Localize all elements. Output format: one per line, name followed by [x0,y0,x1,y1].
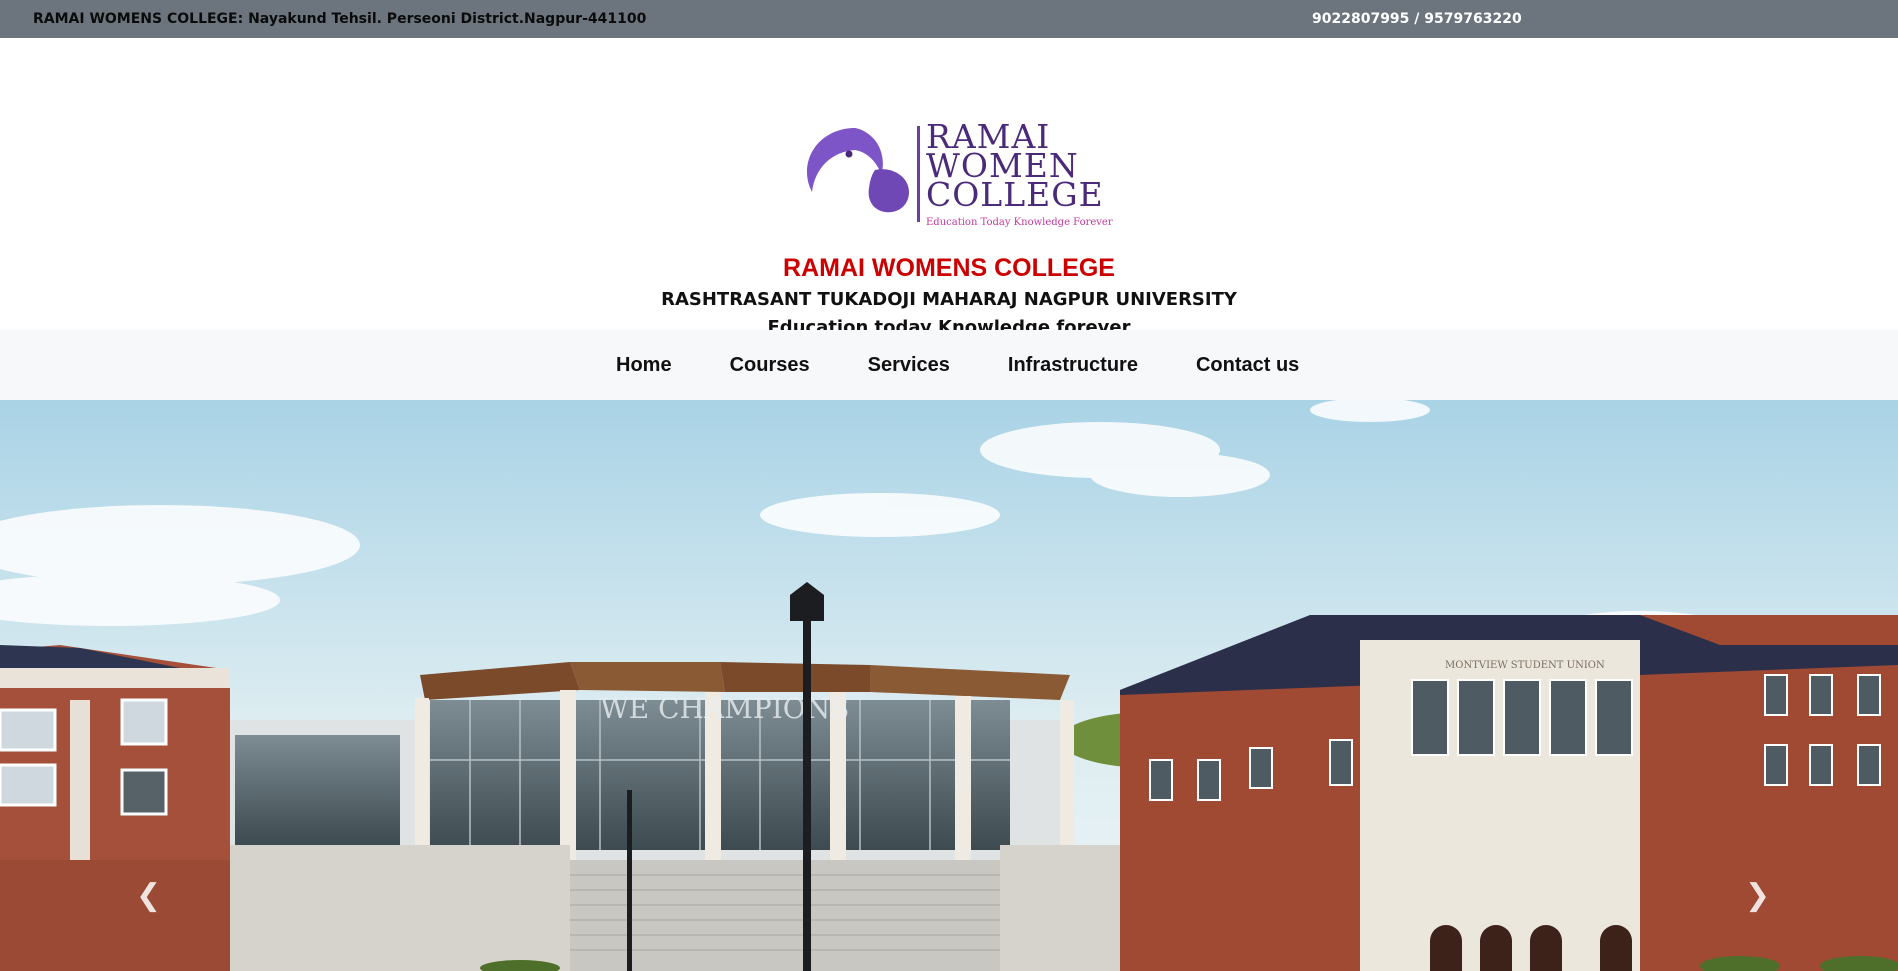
chevron-left-icon[interactable]: ❮ [136,878,161,913]
college-logo[interactable]: RAMAI WOMEN COLLEGE Education Today Know… [805,86,1113,228]
college-address: RAMAI WOMENS COLLEGE: Nayakund Tehsil. P… [33,11,647,27]
nav-item-courses[interactable]: Courses [730,354,810,377]
contact-phones[interactable]: 9022807995 / 9579763220 [1312,11,1522,27]
nav-item-services[interactable]: Services [868,354,950,377]
college-name: RAMAI WOMENS COLLEGE [783,254,1115,282]
nav-item-contact[interactable]: Contact us [1196,354,1299,377]
logo-wordmark: RAMAI WOMEN COLLEGE [926,120,1104,214]
logo-word-college: COLLEGE [926,175,1104,214]
nav-item-infrastructure[interactable]: Infrastructure [1008,354,1138,377]
hero-carousel[interactable]: WE CHAMPIONS MONTVIEW STUDENT UNION ❮ ❯ [0,400,1898,971]
pavilion-sign: WE CHAMPIONS [600,692,849,725]
hero-campus-image: WE CHAMPIONS MONTVIEW STUDENT UNION [0,400,1898,971]
top-info-bar: RAMAI WOMENS COLLEGE: Nayakund Tehsil. P… [0,0,1898,38]
site-header: RAMAI WOMEN COLLEGE Education Today Know… [0,38,1898,338]
nav-item-home[interactable]: Home [616,354,672,377]
university-name: RASHTRASANT TUKADOJI MAHARAJ NAGPUR UNIV… [661,289,1237,310]
logo-tagline: Education Today Knowledge Forever [926,217,1113,228]
chevron-right-icon[interactable]: ❯ [1745,878,1770,913]
logo-divider [917,126,920,222]
main-nav: Home Courses Services Infrastructure Con… [0,330,1898,400]
union-sign: MONTVIEW STUDENT UNION [1445,660,1605,671]
logo-mark-icon [807,128,909,213]
